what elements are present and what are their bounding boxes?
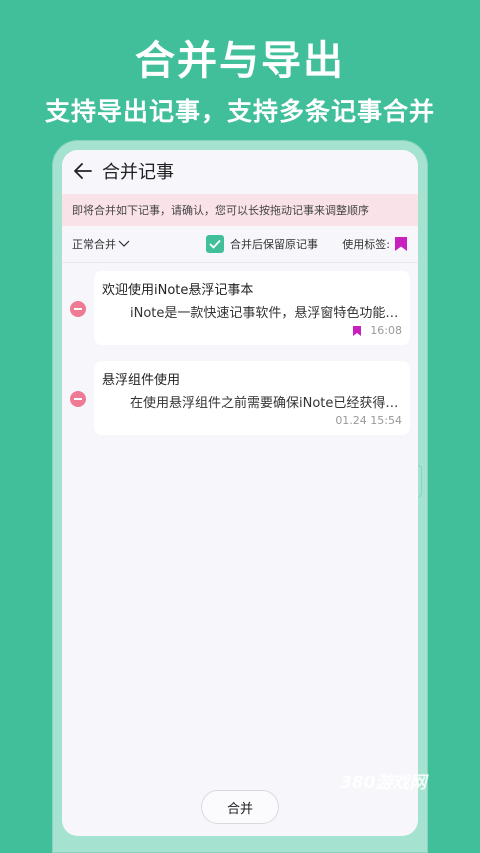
note-card[interactable]: 欢迎使用iNote悬浮记事本 iNote是一款快速记事软件，悬浮窗特色功能，随时… xyxy=(94,271,410,345)
keep-original-option[interactable]: 合并后保留原记事 xyxy=(206,235,318,253)
merge-mode-select[interactable]: 正常合并 xyxy=(72,236,130,252)
back-arrow-icon[interactable] xyxy=(72,160,94,182)
bookmark-tag-icon[interactable] xyxy=(394,236,408,252)
use-tag-label: 使用标签: xyxy=(342,238,390,251)
note-title: 欢迎使用iNote悬浮记事本 xyxy=(102,283,254,298)
app-header: 合并记事 xyxy=(62,150,418,192)
note-title: 悬浮组件使用 xyxy=(102,373,181,388)
note-card[interactable]: 悬浮组件使用 在使用悬浮组件之前需要确保iNote已经获得悬浮窗权限 01.24… xyxy=(94,361,410,435)
merge-mode-label: 正常合并 xyxy=(72,238,116,251)
page-title: 合并记事 xyxy=(102,162,174,183)
note-row[interactable]: 悬浮组件使用 在使用悬浮组件之前需要确保iNote已经获得悬浮窗权限 01.24… xyxy=(62,361,418,443)
remove-note-icon[interactable] xyxy=(70,391,86,407)
note-content: 在使用悬浮组件之前需要确保iNote已经获得悬浮窗权限 xyxy=(130,396,400,411)
divider xyxy=(62,262,418,263)
app-screen: 合并记事 即将合并如下记事，请确认，您可以长按拖动记事来调整顺序 正常合并 合并… xyxy=(62,150,418,836)
chevron-down-icon xyxy=(118,240,130,247)
use-tag-option[interactable]: 使用标签: xyxy=(342,236,408,252)
bookmark-tag-icon xyxy=(353,325,362,336)
merge-options-row: 正常合并 合并后保留原记事 使用标签: xyxy=(62,226,418,262)
note-meta: 16:08 xyxy=(352,324,402,337)
remove-note-icon[interactable] xyxy=(70,301,86,317)
note-content: iNote是一款快速记事软件，悬浮窗特色功能，随时随地快速记录 xyxy=(130,306,400,321)
keep-original-checkbox[interactable] xyxy=(206,235,224,253)
merge-button[interactable]: 合并 xyxy=(201,790,279,824)
merge-notice: 即将合并如下记事，请确认，您可以长按拖动记事来调整顺序 xyxy=(62,194,418,226)
note-row[interactable]: 欢迎使用iNote悬浮记事本 iNote是一款快速记事软件，悬浮窗特色功能，随时… xyxy=(62,271,418,353)
promo-title: 合并与导出 xyxy=(135,38,345,84)
check-icon xyxy=(209,239,221,249)
promo-subtitle: 支持导出记事，支持多条记事合并 xyxy=(44,97,435,126)
note-meta: 01.24 15:54 xyxy=(335,414,402,427)
keep-original-label: 合并后保留原记事 xyxy=(230,238,318,251)
note-time: 16:08 xyxy=(370,324,402,337)
watermark: 380游戏网 xyxy=(340,773,427,793)
note-time: 01.24 15:54 xyxy=(335,414,402,427)
